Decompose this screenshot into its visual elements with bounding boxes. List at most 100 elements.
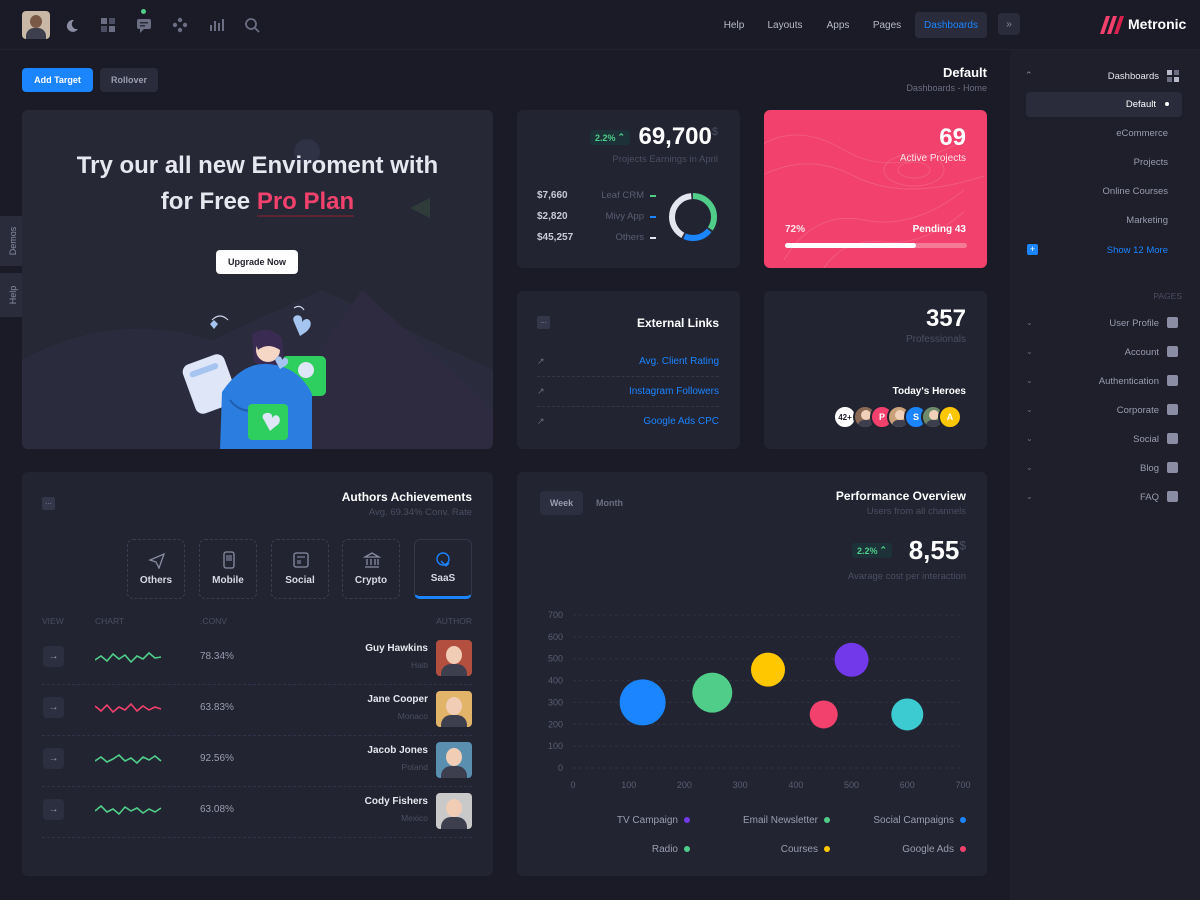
author-avatar[interactable] [436,742,472,778]
saas-icon [436,552,450,567]
grid-icon[interactable] [99,16,117,34]
sparkline-chart [95,651,162,664]
bubble-google-ads[interactable] [809,700,838,729]
upgrade-now-button[interactable]: Upgrade Now [216,250,298,274]
apps-icon[interactable] [171,16,189,34]
chevron-down-icon[interactable]: ⌄ [1026,434,1033,443]
performance-title: Performance Overview [835,489,966,503]
tab-month[interactable]: Month [588,491,631,515]
bubble-courses[interactable] [751,652,785,687]
sidebar-section-title[interactable]: Dashboards [1108,71,1159,82]
legend-label: Email Newsletter [742,815,818,826]
category-saas[interactable]: SaaS [414,539,472,599]
nav-apps[interactable]: Apps [822,12,854,38]
col-author: AUTHOR [436,616,472,626]
promo-illustration [182,305,326,449]
x-tick-label: 200 [677,780,692,790]
author-name[interactable]: Cody Fishers [365,796,428,807]
chevron-down-icon[interactable]: ⌄ [1026,376,1033,385]
author-name[interactable]: Jane Cooper [367,694,428,705]
search-icon[interactable] [243,16,261,34]
hero-letter-avatar[interactable]: A [938,405,962,429]
author-avatar[interactable] [436,691,472,727]
table-row: → 92.56% Jacob Jones Poland [42,736,472,787]
legend-item[interactable]: Radio [652,844,690,855]
sidebar-page-authentication[interactable]: Authentication [1099,376,1159,387]
author-name[interactable]: Jacob Jones [367,745,428,756]
breadcrumb-item[interactable]: Dashboards [906,83,955,93]
authors-menu-icon[interactable]: ... [42,497,55,510]
rollover-button[interactable]: Rollover [100,68,158,92]
category-crypto[interactable]: Crypto [342,539,400,599]
pending-count: Pending 43 [912,224,966,235]
sidebar-page-blog[interactable]: Blog [1140,463,1159,474]
author-country: Haiti [410,660,428,670]
chevron-down-icon[interactable]: ⌄ [1026,318,1033,327]
author-avatar[interactable] [436,640,472,676]
chevron-down-icon[interactable]: ⌄ [1026,463,1033,472]
chat-icon[interactable] [135,16,153,34]
tab-week[interactable]: Week [540,491,583,515]
view-arrow-button[interactable]: → [43,748,64,769]
legend-item[interactable]: Email Newsletter [743,815,830,826]
sidebar-page-user-profile[interactable]: User Profile [1109,318,1159,329]
authors-subtitle: Avg. 69.34% Conv. Rate [368,507,472,518]
show-more-link[interactable]: Show 12 More [1107,245,1168,256]
bubble-social-campaigns[interactable] [619,679,666,726]
sidebar-item-online-courses[interactable]: Online Courses [1103,186,1168,197]
category-others[interactable]: Others [127,539,185,599]
sidebar-page-faq[interactable]: FAQ [1140,492,1159,503]
legend-item[interactable]: Google Ads [902,844,966,855]
author-avatar[interactable] [436,793,472,829]
sidebar-page-account[interactable]: Account [1125,347,1159,358]
nav-help[interactable]: Help [718,12,750,38]
bubble-radio[interactable] [891,698,924,731]
view-arrow-button[interactable]: → [43,646,64,667]
sparkline [95,804,162,816]
author-country: Poland [401,762,428,772]
view-arrow-button[interactable]: → [43,799,64,820]
x-tick-label: 100 [621,780,636,790]
legend-label: Courses [780,844,818,855]
sidebar-collapse-icon[interactable]: ⌃ [1025,70,1033,81]
legend-item[interactable]: Courses [781,844,830,855]
expand-button[interactable]: » [998,13,1020,35]
conversion-rate: 92.56% [200,753,234,764]
nav-dashboards[interactable]: Dashboards [915,12,987,38]
col-view: VIEW [42,616,64,626]
links-menu-icon[interactable]: ... [537,316,550,329]
sidebar-item-projects[interactable]: Projects [1134,157,1168,168]
sidebar-page-social[interactable]: Social [1133,434,1159,445]
author-name[interactable]: Guy Hawkins [365,643,428,654]
earnings-value: 69,700$ [638,123,718,150]
chevron-down-icon[interactable]: ⌄ [1026,347,1033,356]
sidebar-item-marketing[interactable]: Marketing [1126,215,1168,226]
sidebar-item-default[interactable]: Default [1026,92,1182,117]
link-google-ads[interactable]: ↗ Google Ads CPC [537,408,719,437]
legend-dot [960,846,966,853]
nav-layouts[interactable]: Layouts [764,12,806,38]
x-tick-label: 600 [900,780,915,790]
sidebar-page-corporate[interactable]: Corporate [1117,405,1159,416]
legend-item[interactable]: Social Campaigns [873,815,966,826]
show-more-icon[interactable]: + [1027,244,1038,255]
chart-icon[interactable] [207,16,225,34]
moon-icon[interactable] [63,16,81,34]
link-client-rating[interactable]: ↗ Avg. Client Rating [537,348,719,377]
category-mobile[interactable]: Mobile [199,539,257,599]
chevron-down-icon[interactable]: ⌄ [1026,492,1033,501]
legend-item[interactable]: TV Campaign [617,815,690,826]
user-avatar[interactable] [22,11,50,39]
earnings-donut [669,193,717,241]
nav-pages[interactable]: Pages [868,12,906,38]
view-arrow-button[interactable]: → [43,697,64,718]
earnings-legend-bar [650,216,656,218]
add-target-button[interactable]: Add Target [22,68,93,92]
promo-heading-line2: for Free Pro Plan [160,188,355,217]
category-social[interactable]: Social [271,539,329,599]
bubble-email-newsletter[interactable] [692,672,733,713]
chevron-down-icon[interactable]: ⌄ [1026,405,1033,414]
sidebar-item-ecommerce[interactable]: eCommerce [1116,128,1168,139]
link-instagram[interactable]: ↗ Instagram Followers [537,378,719,407]
bubble-tv-campaign[interactable] [834,642,869,677]
